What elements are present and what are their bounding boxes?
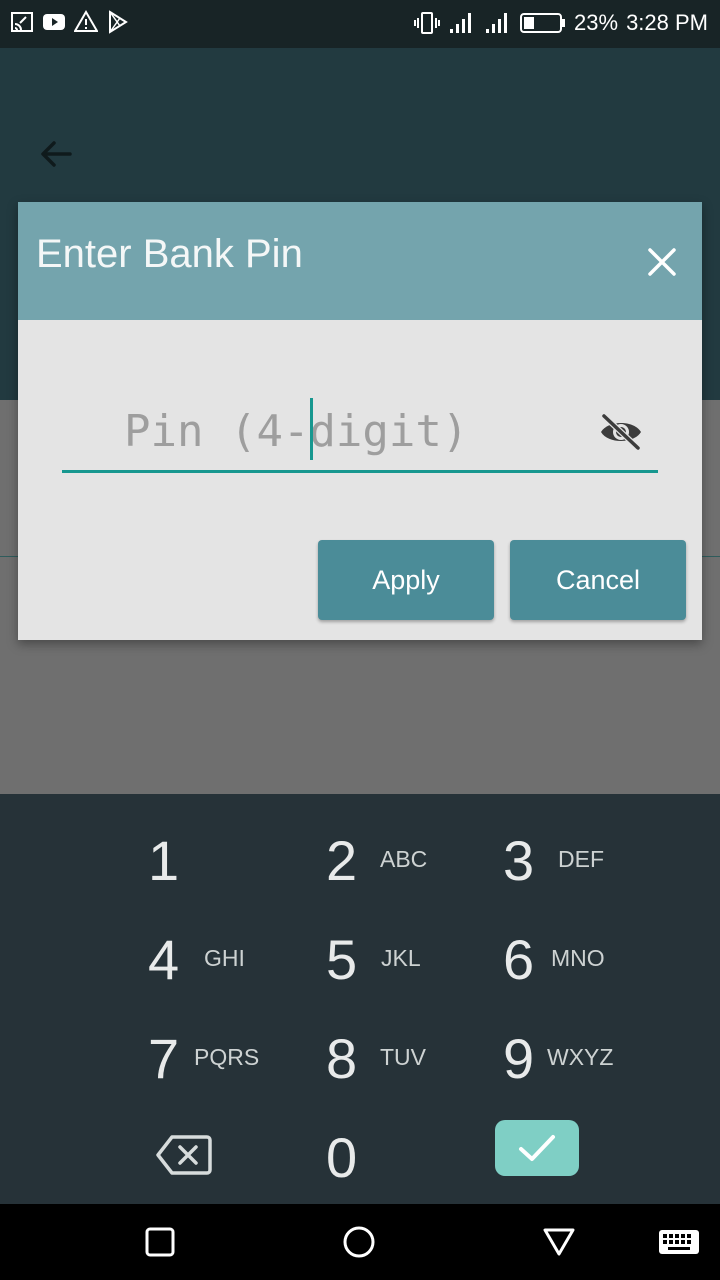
warning-icon	[74, 10, 98, 32]
key-digit: 4	[148, 928, 180, 991]
pin-field	[62, 392, 658, 473]
checkmark-icon	[519, 1135, 555, 1161]
dialog-title: Enter Bank Pin	[36, 232, 303, 276]
done-key[interactable]	[495, 1120, 579, 1176]
notification-icons	[10, 10, 130, 34]
key-7[interactable]: 7 PQRS	[148, 1014, 318, 1104]
numeric-keypad: 1 2 ABC 3 DEF 4 GHI 5 JKL 6 MNO 7 PQRS 8…	[0, 794, 720, 1204]
system-indicators: 23% 3:28 PM	[414, 10, 708, 36]
key-letters: PQRS	[194, 1044, 260, 1070]
battery-icon	[520, 13, 566, 33]
keyboard-icon[interactable]	[658, 1226, 700, 1258]
key-digit: 8	[326, 1027, 358, 1090]
key-3[interactable]: 3 DEF	[503, 816, 673, 906]
key-digit: 7	[148, 1027, 180, 1090]
signal-icon	[450, 13, 472, 33]
back-icon[interactable]	[543, 1226, 575, 1258]
key-letters: DEF	[558, 846, 604, 872]
visibility-off-icon[interactable]	[598, 412, 644, 452]
key-letters: TUV	[380, 1044, 426, 1070]
cancel-button[interactable]: Cancel	[510, 540, 686, 620]
status-bar: 23% 3:28 PM	[0, 0, 720, 48]
key-digit: 6	[503, 928, 535, 991]
home-icon[interactable]	[343, 1226, 375, 1258]
key-digit: 1	[148, 829, 180, 892]
back-arrow-icon[interactable]	[36, 134, 76, 174]
navigation-bar	[0, 1204, 720, 1280]
key-6[interactable]: 6 MNO	[503, 915, 673, 1005]
apply-button[interactable]: Apply	[318, 540, 494, 620]
key-9[interactable]: 9 WXYZ	[503, 1014, 673, 1104]
key-letters: GHI	[204, 945, 245, 971]
text-cursor	[310, 398, 313, 460]
key-0[interactable]: 0	[326, 1113, 496, 1203]
key-digit: 3	[503, 829, 535, 892]
pin-input[interactable]	[62, 392, 582, 470]
dialog-header: Enter Bank Pin	[18, 202, 702, 320]
vibrate-icon	[414, 12, 441, 34]
recents-icon[interactable]	[144, 1226, 176, 1258]
cast-icon	[11, 12, 33, 32]
key-letters: JKL	[381, 945, 421, 971]
signal-icon-2	[486, 13, 508, 33]
key-digit: 5	[326, 928, 358, 991]
key-letters: MNO	[551, 945, 605, 971]
play-store-icon	[109, 10, 128, 34]
bank-pin-dialog: Enter Bank Pin Apply Cancel	[18, 202, 702, 640]
key-4[interactable]: 4 GHI	[148, 915, 318, 1005]
key-letters: ABC	[380, 846, 428, 872]
key-2[interactable]: 2 ABC	[326, 816, 496, 906]
youtube-icon	[43, 14, 65, 30]
backspace-icon[interactable]	[156, 1134, 212, 1176]
key-letters: WXYZ	[547, 1044, 614, 1070]
key-1[interactable]: 1	[148, 816, 318, 906]
key-digit: 2	[326, 829, 358, 892]
key-digit: 0	[326, 1126, 358, 1189]
key-5[interactable]: 5 JKL	[326, 915, 496, 1005]
close-icon[interactable]	[646, 246, 678, 278]
key-8[interactable]: 8 TUV	[326, 1014, 496, 1104]
clock: 3:28 PM	[626, 10, 708, 35]
key-digit: 9	[503, 1027, 535, 1090]
battery-percent: 23%	[574, 10, 619, 35]
